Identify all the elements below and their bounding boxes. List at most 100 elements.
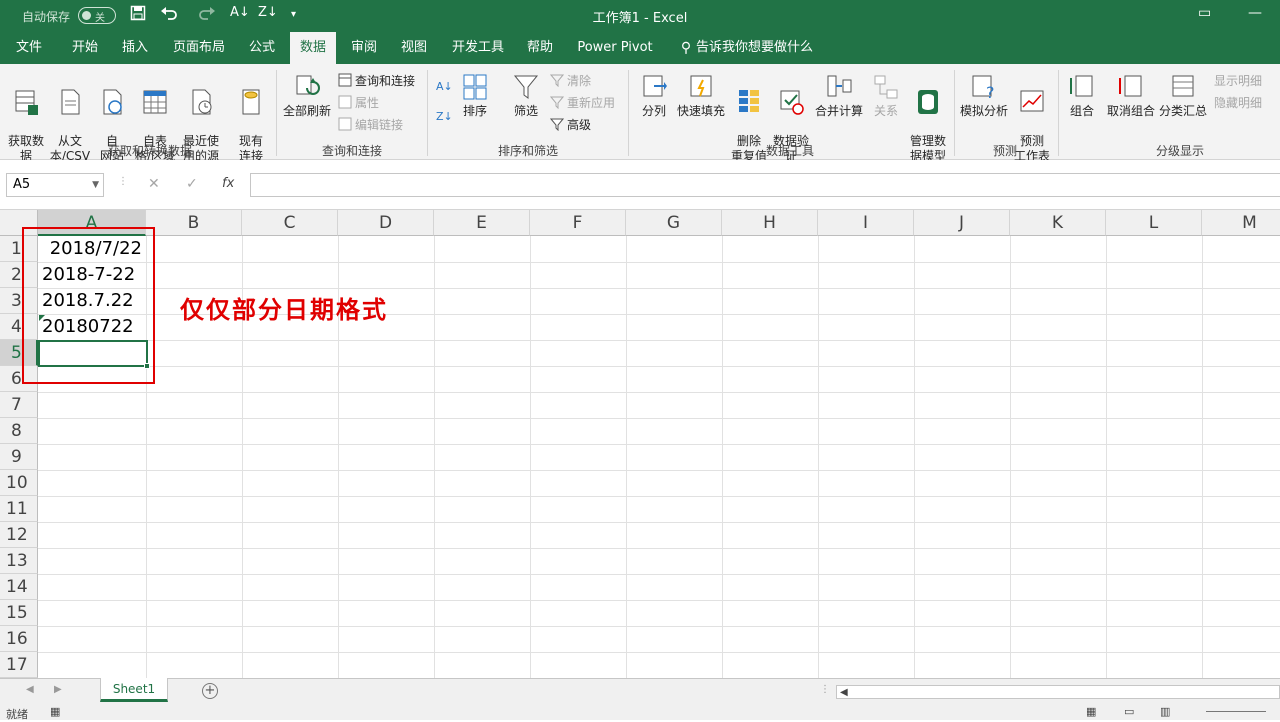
ungroup-icon (1119, 75, 1142, 97)
horizontal-scrollbar[interactable]: ◀ (836, 685, 1280, 699)
row-header[interactable]: 17 (0, 652, 38, 678)
relationships-button[interactable]: 关系 (866, 72, 906, 119)
properties-button[interactable]: 属性 (338, 94, 379, 112)
queries-connections-button[interactable]: 查询和连接 (338, 72, 415, 90)
web-icon (103, 89, 122, 115)
reapply-button[interactable]: 重新应用 (549, 94, 616, 112)
tab-review[interactable]: 审阅 (342, 32, 386, 64)
tab-insert[interactable]: 插入 (112, 32, 158, 64)
scroll-left-icon[interactable]: ◀ (840, 687, 848, 698)
title-bar: 自动保存 关 A↓ Z↓ ▾ 工作簿1 - Excel ▭ — (0, 0, 1280, 32)
tab-formulas[interactable]: 公式 (240, 32, 284, 64)
tab-help[interactable]: 帮助 (518, 32, 562, 64)
column-header-l[interactable]: L (1106, 210, 1202, 236)
column-header-i[interactable]: I (818, 210, 914, 236)
show-detail-button[interactable]: 显示明细 (1214, 72, 1262, 90)
tab-power-pivot[interactable]: Power Pivot (572, 32, 658, 64)
scroll-sheets-left-icon[interactable]: ◀ (26, 684, 34, 695)
macro-record-icon[interactable]: ▦ (50, 705, 60, 718)
manage-data-model-label: 管理数 据模型 (909, 134, 946, 163)
row-header[interactable]: 14 (0, 574, 38, 600)
row-header[interactable]: 10 (0, 470, 38, 496)
column-header-f[interactable]: F (530, 210, 626, 236)
column-header-e[interactable]: E (434, 210, 530, 236)
minimize-icon[interactable]: — (1248, 5, 1262, 21)
advanced-button[interactable]: 高级 (549, 116, 591, 134)
formula-input[interactable] (250, 173, 1280, 197)
cancel-icon[interactable]: ✕ (148, 176, 160, 192)
tab-home[interactable]: 开始 (62, 32, 108, 64)
filter-button[interactable]: 筛选 (508, 72, 544, 119)
ribbon-display-icon[interactable]: ▭ (1198, 5, 1211, 21)
grid-line (914, 236, 915, 678)
group-queries: 查询和连接 (321, 144, 382, 158)
add-sheet-icon[interactable]: + (202, 683, 218, 699)
grid-line (434, 236, 435, 678)
hide-detail-button[interactable]: 隐藏明细 (1214, 94, 1262, 112)
sort-asc-icon[interactable]: A↓ (436, 78, 453, 96)
sort-desc-icon[interactable]: Z↓ (436, 108, 453, 126)
column-header-j[interactable]: J (914, 210, 1010, 236)
get-data-button[interactable]: 获取数 据 (4, 72, 48, 164)
column-header-c[interactable]: C (242, 210, 338, 236)
column-header-k[interactable]: K (1010, 210, 1106, 236)
tab-view[interactable]: 视图 (392, 32, 436, 64)
worksheet-grid: A B C D E F G H I J K L M 1 2 3 4 5 6 7 … (0, 210, 1280, 678)
manage-data-model-button[interactable]: 管理数 据模型 (906, 72, 950, 164)
column-header-d[interactable]: D (338, 210, 434, 236)
tell-me-input[interactable]: 告诉我你想要做什么 (696, 32, 816, 64)
group-label: 组合 (1069, 104, 1094, 118)
clear-button[interactable]: 清除 (549, 72, 591, 90)
row-header[interactable]: 16 (0, 626, 38, 652)
consolidate-button[interactable]: 合并计算 (814, 72, 864, 119)
insert-function-icon[interactable]: fx (222, 176, 234, 191)
clear-icon (549, 73, 565, 88)
row-header[interactable]: 15 (0, 600, 38, 626)
column-header-g[interactable]: G (626, 210, 722, 236)
row-header[interactable]: 12 (0, 522, 38, 548)
grid-line (38, 600, 1280, 601)
zoom-slider[interactable] (1206, 711, 1266, 712)
highlight-box (22, 227, 155, 384)
row-header[interactable]: 13 (0, 548, 38, 574)
column-header-b[interactable]: B (146, 210, 242, 236)
column-header-m[interactable]: M (1202, 210, 1280, 236)
consolidate-icon (827, 75, 852, 97)
what-if-button[interactable]: ? 模拟分析 (958, 72, 1010, 119)
sheet-tab-sheet1[interactable]: Sheet1 (100, 678, 168, 702)
more-icon: ⋮ (118, 176, 128, 187)
subtotal-button[interactable]: 分类汇总 (1158, 72, 1208, 119)
enter-icon[interactable]: ✓ (186, 176, 198, 192)
refresh-all-button[interactable]: 全部刷新 (282, 72, 332, 119)
row-header[interactable]: 11 (0, 496, 38, 522)
database-icon (15, 90, 38, 115)
edit-links-button[interactable]: 编辑链接 (338, 116, 403, 134)
sort-button[interactable]: 排序 (458, 72, 492, 119)
connections-icon (242, 89, 260, 115)
tab-page-layout[interactable]: 页面布局 (168, 32, 230, 64)
tab-data[interactable]: 数据 (290, 32, 336, 64)
row-header[interactable]: 8 (0, 418, 38, 444)
subtotal-icon (1172, 75, 1194, 97)
group-button[interactable]: 组合 (1064, 72, 1100, 119)
row-header[interactable]: 9 (0, 444, 38, 470)
tab-file[interactable]: 文件 (6, 32, 52, 64)
ungroup-button[interactable]: 取消组合 (1104, 72, 1158, 119)
column-header-h[interactable]: H (722, 210, 818, 236)
get-data-label: 获取数 据 (7, 134, 44, 163)
more-options-icon[interactable]: ⋮ (820, 684, 830, 695)
chevron-down-icon[interactable]: ▼ (92, 174, 99, 196)
data-model-icon (918, 90, 938, 114)
filter-icon (513, 75, 539, 99)
reapply-label: 重新应用 (567, 96, 616, 110)
normal-view-icon[interactable]: ▦ (1086, 705, 1096, 718)
flash-fill-button[interactable]: 快速填充 (676, 72, 726, 119)
text-to-columns-button[interactable]: 分列 (636, 72, 672, 119)
page-break-view-icon[interactable]: ▥ (1160, 705, 1170, 718)
page-layout-view-icon[interactable]: ▭ (1124, 705, 1134, 718)
scroll-sheets-right-icon[interactable]: ▶ (54, 684, 62, 695)
row-header[interactable]: 7 (0, 392, 38, 418)
tab-developer[interactable]: 开发工具 (446, 32, 510, 64)
name-box[interactable]: A5 ▼ (6, 173, 104, 197)
sheet-tab-bar: ◀ ▶ Sheet1 + ⋮ ◀ (0, 678, 1280, 704)
